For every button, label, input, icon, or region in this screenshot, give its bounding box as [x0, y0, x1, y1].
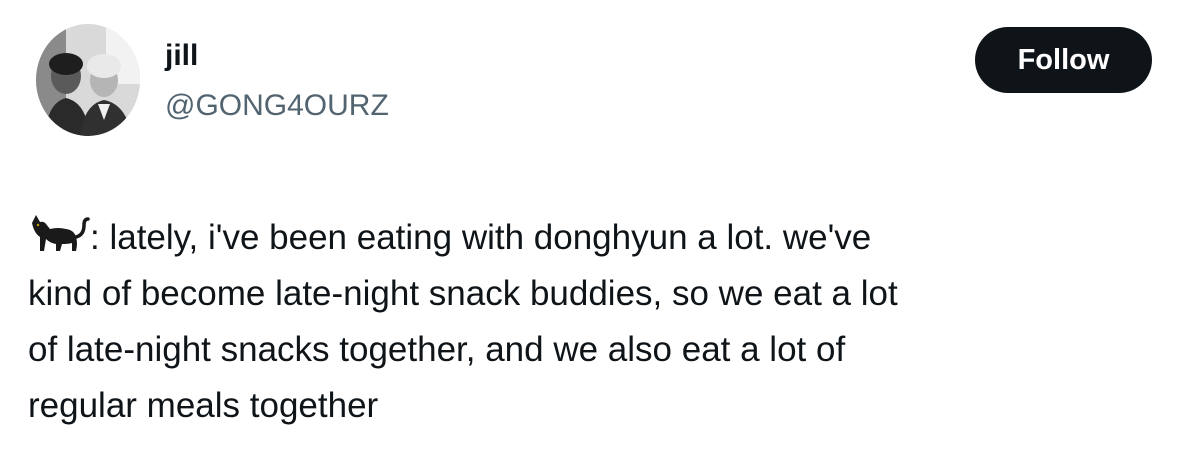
tweet-text-content: : lately, i've been eating with donghyun… [28, 218, 898, 425]
tweet-card: jill @GONG4OURZ Follow : lately, i've be… [0, 0, 1200, 473]
avatar[interactable] [36, 24, 140, 136]
follow-button[interactable]: Follow [975, 27, 1152, 93]
black-cat-emoji-icon [28, 213, 90, 255]
tweet-text: : lately, i've been eating with donghyun… [28, 210, 1178, 434]
profile-photo-icon [36, 24, 140, 136]
user-handle[interactable]: @GONG4OURZ [165, 88, 389, 124]
display-name[interactable]: jill [165, 38, 198, 74]
